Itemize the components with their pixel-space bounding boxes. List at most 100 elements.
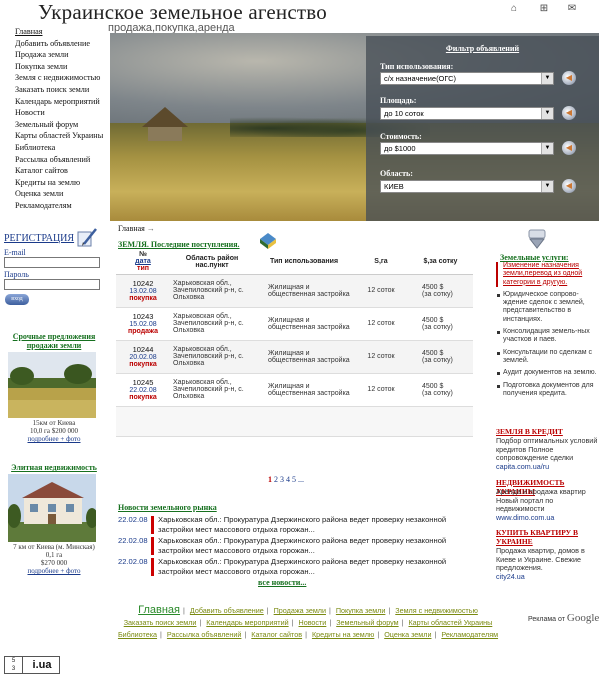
menu-item-library[interactable]: Библиотека [0,142,110,154]
urgent-offers-title[interactable]: Срочные предложения продажи земли [6,332,102,350]
menu-item-forum[interactable]: Земельный форум [0,119,110,131]
ad-title[interactable]: ЗЕМЛЯ В КРЕДИТ [496,427,563,436]
pagination[interactable]: 1 2 3 4 5 ... [268,475,304,484]
news-item[interactable]: 22.02.08 Харьковская обл.: Прокуратура Дз… [118,557,470,577]
footer-link-home[interactable]: Главная [138,604,180,616]
table-row[interactable]: 10245 22.02.08 покупка Харьковская обл., З… [116,373,473,407]
sitemap-icon[interactable]: ⊞ [538,4,550,14]
chevron-down-icon[interactable]: ▼ [541,108,553,119]
password-field[interactable] [4,279,100,290]
footer-link[interactable]: Новости [299,618,327,627]
filter-title[interactable]: Фильтр объявлений [366,44,599,53]
service-item[interactable]: Юридическое сопрово-ждение сделок с земл… [496,291,600,324]
visitor-counter[interactable]: 5 3 i.ua [4,656,60,674]
speaker-icon[interactable]: ◀ [562,71,576,85]
area-select[interactable]: до 10 соток ▼ [380,107,554,120]
footer-link[interactable]: Рассылка объявлений [167,630,242,639]
news-title[interactable]: Новости земельного рынка [118,503,217,512]
registration-link[interactable]: РЕГИСТРАЦИЯ [4,233,74,244]
usage-label: Тип использования: [380,62,454,71]
col-header-region: Область район нас.пункт [170,250,254,275]
table-row[interactable]: 10242 13.02.08 покупка Харьковская обл., З… [116,274,473,308]
news-item[interactable]: 22.02.08 Харьковская обл.: Прокуратура Дз… [118,536,470,556]
all-news-link[interactable]: все новости... [258,578,306,587]
menu-item-land-sale[interactable]: Продажа земли [0,49,110,61]
house-photo[interactable] [8,474,96,542]
menu-item-land-with-property[interactable]: Земля с недвижимостью [0,72,110,84]
ads-by-google[interactable]: Реклама от Google [528,612,599,624]
counter-logo: i.ua [32,659,52,671]
ad-body: Продажа квартир, домов в Киеве и Украине… [496,546,585,581]
footer-link[interactable]: Покупка земли [336,606,386,615]
footer-link[interactable]: Продажа земли [274,606,326,615]
land-photo[interactable] [8,352,96,418]
service-item[interactable]: Подготовка документов для получения кред… [496,382,600,399]
service-item[interactable]: Консолидация земель-ных участков и паев. [496,328,600,345]
menu-item-news[interactable]: Новости [0,107,110,119]
listing-table: № дата тип Область район нас.пункт Тип исп… [116,250,473,437]
menu-item-home[interactable]: Главная [0,26,110,38]
table-row[interactable]: 10243 15.02.08 продажа Харьковская обл., З… [116,307,473,341]
google-logo: Google [566,612,600,624]
menu-item-advertisers[interactable]: Рекламодателям [0,200,110,212]
footer-link[interactable]: Рекламодателям [441,630,498,639]
details-link[interactable]: подробнее + фото [2,567,106,575]
latest-listings-title[interactable]: ЗЕМЛЯ. Последние поступления. [118,240,240,249]
footer-link[interactable]: Добавить объявление [190,606,264,615]
table-row[interactable]: 10244 20.02.08 покупка Харьковская обл., З… [116,340,473,374]
main-menu: Главная Добавить объявление Продажа земл… [0,26,110,212]
details-link[interactable]: подробнее + фото [2,435,106,443]
menu-item-mailing[interactable]: Рассылка объявлений [0,154,110,166]
speaker-icon[interactable]: ◀ [562,106,576,120]
counter-digits: 5 3 [5,657,23,673]
footer-link[interactable]: Библиотека [118,630,157,639]
menu-item-add-ad[interactable]: Добавить объявление [0,38,110,50]
service-item[interactable]: Изменение назначения земли,перевод из од… [496,262,600,287]
service-item[interactable]: Аудит документов на землю. [496,369,600,377]
news-item[interactable]: 22.02.08 Харьковская обл.: Прокуратура Дз… [118,515,470,535]
usage-select[interactable]: с/х назначение(ОГС) ▼ [380,72,554,85]
other-pages[interactable]: 2 3 4 5 ... [274,475,304,484]
elite-property-title[interactable]: Элитная недвижимость [6,463,102,472]
ad-title[interactable]: КУПИТЬ КВАРТИРУ В УКРАИНЕ [496,528,596,546]
login-button[interactable]: вход [5,294,29,305]
col-header-area: S,га [354,250,408,275]
pencil-icon [77,228,97,247]
elite-caption: 7 км от Киева (м. Минская) 0,1 га $270 0… [2,543,106,575]
folder-icon [260,233,276,249]
footer-link[interactable]: Календарь мероприятий [206,618,288,627]
menu-item-maps[interactable]: Карты областей Украины [0,130,110,142]
service-item[interactable]: Консультации по сделкам с землей. [496,349,600,366]
region-select[interactable]: КИЕВ ▼ [380,180,554,193]
menu-item-credits[interactable]: Кредиты на землю [0,177,110,189]
chevron-down-icon[interactable]: ▼ [541,73,553,84]
menu-item-events-calendar[interactable]: Календарь мероприятий [0,96,110,108]
price-select[interactable]: до $1000 ▼ [380,142,554,155]
footer-link[interactable]: Каталог сайтов [251,630,302,639]
footer-link[interactable]: Оценка земли [384,630,431,639]
chevron-down-icon[interactable]: ▼ [541,143,553,154]
mail-icon[interactable]: ✉ [566,4,578,14]
land-services-title[interactable]: Земельные услуги: [500,253,569,262]
arrow-right-icon: → [146,224,155,233]
menu-item-land-purchase[interactable]: Покупка земли [0,61,110,73]
breadcrumb[interactable]: Главная → [118,224,155,233]
home-icon[interactable]: ⌂ [508,4,520,14]
menu-item-valuation[interactable]: Оценка земли [0,188,110,200]
speaker-icon[interactable]: ◀ [562,141,576,155]
menu-item-catalog[interactable]: Каталог сайтов [0,165,110,177]
current-page[interactable]: 1 [268,475,272,484]
footer-link[interactable]: Заказать поиск земли [124,618,197,627]
footer-link[interactable]: Кредиты на землю [312,630,374,639]
speaker-icon[interactable]: ◀ [562,179,576,193]
ad-url[interactable]: capita.com.ua/ru [496,462,549,471]
ad-url[interactable]: www.dimo.com.ua [496,513,554,522]
ad-url[interactable]: city24.ua [496,572,525,581]
chevron-down-icon[interactable]: ▼ [541,181,553,192]
menu-item-order-search[interactable]: Заказать поиск земли [0,84,110,96]
download-arrow-icon [528,229,546,249]
footer-link[interactable]: Карты областей Украины [408,618,492,627]
footer-link[interactable]: Земля с недвижимостью [395,606,478,615]
footer-link[interactable]: Земельный форум [336,618,398,627]
email-field[interactable] [4,257,100,268]
